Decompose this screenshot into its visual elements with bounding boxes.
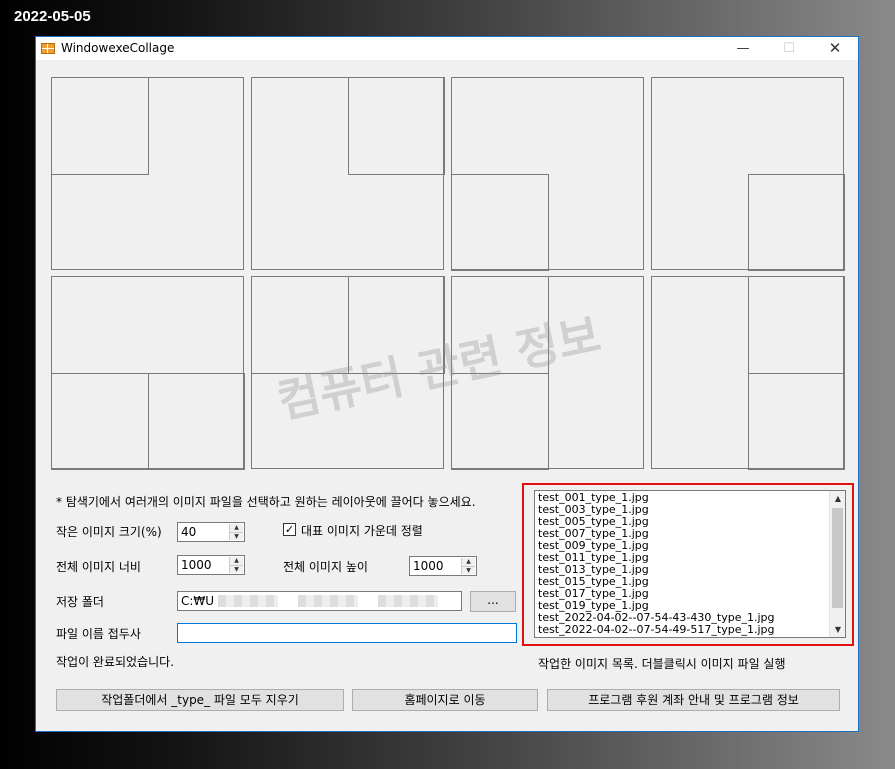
- layout-cell: [748, 276, 845, 374]
- save-folder-input[interactable]: C:₩U: [177, 591, 462, 611]
- homepage-button[interactable]: 홈페이지로 이동: [352, 689, 538, 711]
- layout-tile-7[interactable]: [451, 276, 644, 470]
- total-width-label: 전체 이미지 너비: [56, 560, 141, 574]
- layout-cell: [148, 373, 245, 470]
- file-list: test_001_type_1.jpg test_003_type_1.jpg te…: [535, 492, 828, 636]
- layout-cell: [251, 276, 349, 374]
- file-prefix-input[interactable]: [177, 623, 517, 643]
- layout-cell: [348, 77, 445, 175]
- masked-region: [218, 595, 278, 607]
- spin-up-icon[interactable]: ▲: [230, 524, 243, 533]
- scroll-up-icon[interactable]: ▲: [830, 491, 846, 506]
- save-folder-value: C:₩U: [181, 594, 215, 608]
- total-height-label: 전체 이미지 높이: [283, 560, 368, 574]
- layout-cell: [748, 174, 845, 271]
- app-icon: [41, 43, 55, 54]
- vertical-scrollbar[interactable]: ▲ ▼: [829, 491, 845, 637]
- app-window: WindowexeCollage — ☐ ✕ 컴퓨터 관련 정보 * 탐색기에서…: [35, 36, 859, 732]
- spin-down-icon[interactable]: ▼: [462, 567, 475, 575]
- scroll-down-icon[interactable]: ▼: [830, 622, 846, 637]
- small-image-size-input[interactable]: 40 ▲ ▼: [177, 522, 245, 542]
- file-prefix-label: 파일 이름 접두사: [56, 627, 141, 641]
- spin-down-icon[interactable]: ▼: [230, 533, 243, 541]
- small-image-size-value: 40: [181, 525, 197, 539]
- layout-cell: [748, 373, 845, 470]
- layout-cell: [348, 276, 445, 374]
- total-width-spinner[interactable]: ▲ ▼: [229, 557, 243, 573]
- status-text: 작업이 완료되었습니다.: [56, 655, 175, 669]
- masked-region: [298, 595, 358, 607]
- layout-tile-2[interactable]: [251, 77, 445, 270]
- delete-type-files-button[interactable]: 작업폴더에서 _type_ 파일 모두 지우기: [56, 689, 344, 711]
- total-width-value: 1000: [181, 558, 212, 572]
- maximize-button: ☐: [783, 41, 795, 56]
- donation-info-button[interactable]: 프로그램 후원 계좌 안내 및 프로그램 정보: [547, 689, 840, 711]
- layout-tile-6[interactable]: [251, 276, 445, 469]
- layout-tile-4[interactable]: [651, 77, 845, 271]
- layout-tile-5[interactable]: [51, 276, 245, 470]
- layout-tile-8[interactable]: [651, 276, 845, 470]
- instructions-text: * 탐색기에서 여러개의 이미지 파일을 선택하고 원하는 레이아웃에 끌어다 …: [56, 495, 476, 509]
- total-width-input[interactable]: 1000 ▲ ▼: [177, 555, 245, 575]
- small-image-size-label: 작은 이미지 크기(%): [56, 525, 162, 539]
- layout-tile-3[interactable]: [451, 77, 644, 271]
- date-label: 2022-05-05: [14, 8, 91, 25]
- small-image-size-spinner[interactable]: ▲ ▼: [229, 524, 243, 540]
- browse-folder-button[interactable]: ...: [470, 591, 516, 612]
- layout-tile-1[interactable]: [51, 77, 244, 270]
- layout-cell: [51, 373, 149, 470]
- center-align-checkbox[interactable]: ✓: [283, 523, 296, 536]
- total-height-value: 1000: [413, 559, 444, 573]
- file-list-caption: 작업한 이미지 목록. 더블클릭시 이미지 파일 실행: [538, 657, 786, 671]
- total-height-input[interactable]: 1000 ▲ ▼: [409, 556, 477, 576]
- window-title: WindowexeCollage: [61, 41, 175, 55]
- spin-up-icon[interactable]: ▲: [230, 557, 243, 566]
- masked-region: [378, 595, 438, 607]
- save-folder-label: 저장 폴더: [56, 595, 104, 609]
- layout-cell: [451, 174, 549, 271]
- spin-up-icon[interactable]: ▲: [462, 558, 475, 567]
- minimize-button[interactable]: —: [720, 37, 766, 60]
- list-item[interactable]: test_2022-04-02--07-54-49-517_type_1.jpg: [535, 624, 828, 636]
- title-bar[interactable]: WindowexeCollage — ☐ ✕: [36, 37, 858, 60]
- file-listbox[interactable]: test_001_type_1.jpg test_003_type_1.jpg te…: [534, 490, 846, 638]
- spin-down-icon[interactable]: ▼: [230, 566, 243, 574]
- scroll-thumb[interactable]: [832, 508, 843, 608]
- total-height-spinner[interactable]: ▲ ▼: [461, 558, 475, 574]
- layout-cell: [51, 77, 149, 175]
- layout-cell: [451, 276, 549, 374]
- close-button[interactable]: ✕: [812, 37, 858, 60]
- layout-cell: [451, 373, 549, 470]
- center-align-label: 대표 이미지 가운데 정렬: [301, 524, 423, 538]
